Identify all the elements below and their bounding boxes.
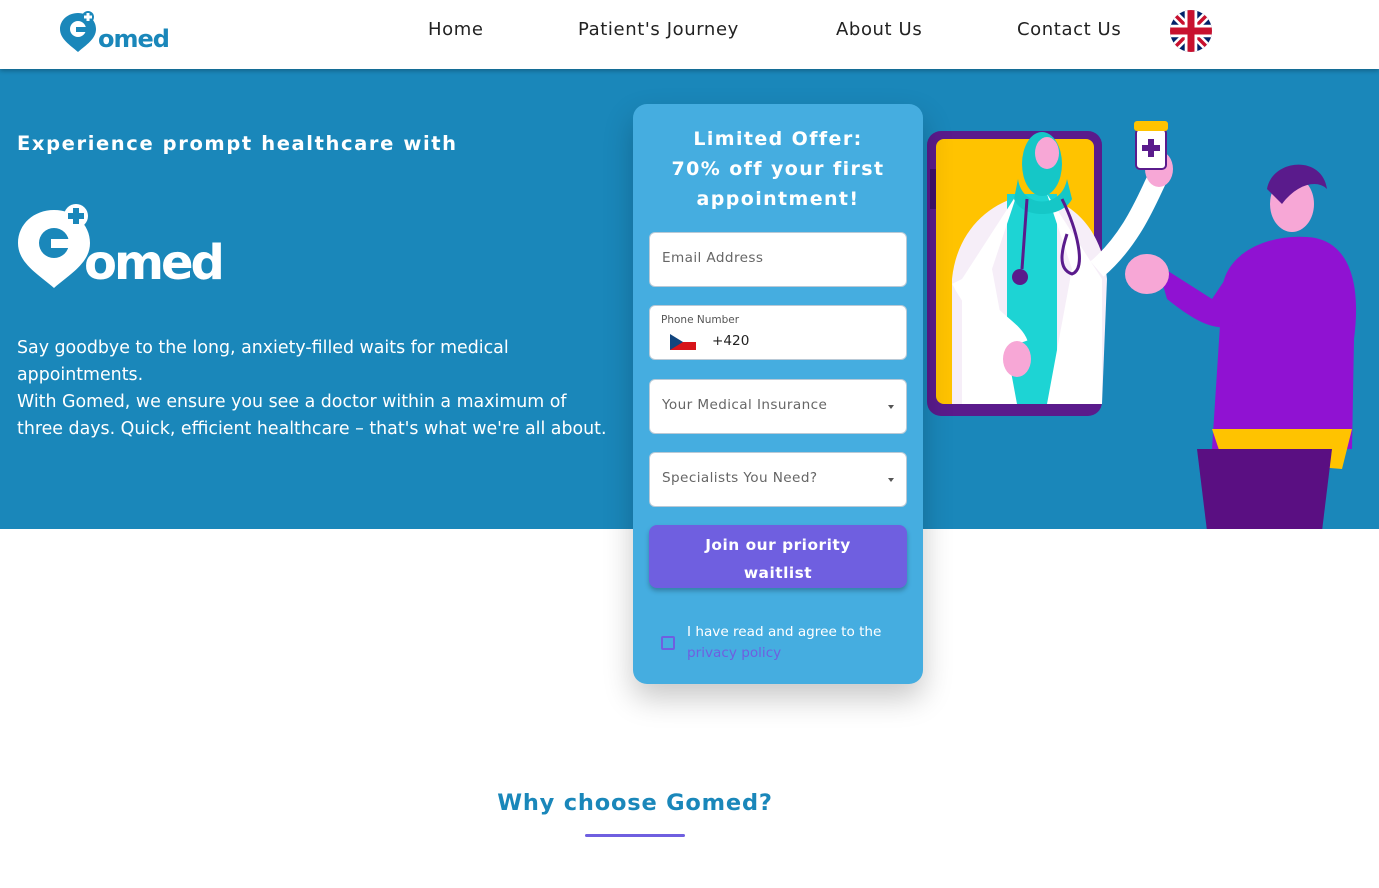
agree-text: I have read and agree to the: [687, 624, 882, 640]
offer-title-line3: appointment!: [696, 188, 860, 210]
offer-title: Limited Offer: 70% off your first appoin…: [633, 124, 923, 214]
nav-home[interactable]: Home: [428, 19, 484, 40]
phone-label: Phone Number: [661, 314, 740, 326]
privacy-policy-link[interactable]: privacy policy: [687, 645, 781, 661]
specialists-placeholder: Specialists You Need?: [662, 470, 818, 486]
specialists-select[interactable]: Specialists You Need?: [649, 452, 907, 507]
nav-contact-us[interactable]: Contact Us: [1017, 19, 1121, 40]
gomed-logo[interactable]: omed: [58, 9, 170, 53]
email-field[interactable]: Email Address: [649, 232, 907, 287]
svg-text:omed: omed: [84, 235, 222, 290]
phone-field[interactable]: Phone Number +420: [649, 305, 907, 360]
insurance-select[interactable]: Your Medical Insurance: [649, 379, 907, 434]
privacy-agreement: I have read and agree to the privacy pol…: [687, 622, 907, 664]
hero-description-line2: With Gomed, we ensure you see a doctor w…: [17, 392, 607, 439]
hero-description-line1: Say goodbye to the long, anxiety-filled …: [17, 338, 509, 385]
svg-text:omed: omed: [98, 25, 169, 53]
chevron-down-icon: [888, 478, 894, 482]
insurance-placeholder: Your Medical Insurance: [662, 397, 828, 413]
nav-about-us[interactable]: About Us: [836, 19, 922, 40]
offer-title-line2: 70% off your first: [671, 158, 885, 180]
why-section-title: Why choose Gomed?: [497, 790, 773, 816]
title-underline: [585, 834, 685, 837]
join-button-line1: Join our priority: [705, 535, 851, 554]
privacy-checkbox[interactable]: [661, 636, 675, 650]
offer-title-line1: Limited Offer:: [693, 128, 863, 150]
phone-code: +420: [712, 333, 750, 349]
email-placeholder: Email Address: [662, 250, 764, 266]
join-button-line2: waitlist: [743, 563, 813, 582]
nav-patients-journey[interactable]: Patient's Journey: [578, 19, 739, 40]
offer-form-card: Limited Offer: 70% off your first appoin…: [633, 104, 923, 684]
czech-flag-icon[interactable]: [670, 334, 696, 350]
uk-flag-icon[interactable]: [1170, 10, 1212, 52]
hero-heading: Experience prompt healthcare with: [17, 132, 458, 155]
doctor-patient-illustration: [927, 121, 1357, 529]
hero-description: Say goodbye to the long, anxiety-filled …: [17, 335, 617, 443]
join-waitlist-button[interactable]: Join our priority waitlist: [649, 525, 907, 588]
chevron-down-icon: [888, 405, 894, 409]
site-header: omed Home Patient's Journey About Us Con…: [0, 0, 1379, 69]
gomed-logo-large: omed: [18, 204, 225, 290]
